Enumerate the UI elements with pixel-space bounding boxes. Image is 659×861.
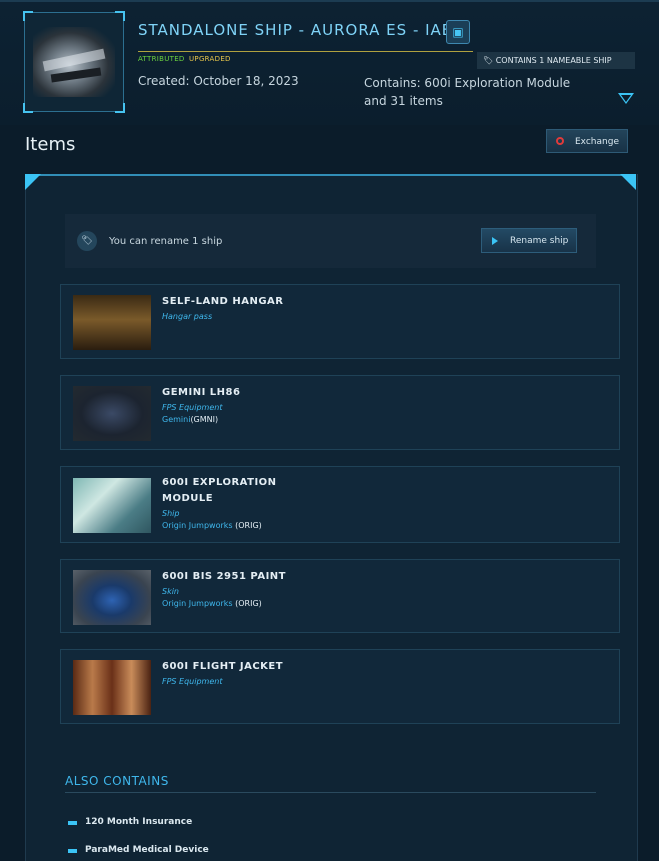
item-name: GEMINI LH86 <box>162 387 241 398</box>
ship-thumbnail <box>23 11 125 113</box>
item-card[interactable]: 600I EXPLORATION MODULE Ship Origin Jump… <box>60 466 620 543</box>
nameable-tag-label: CONTAINS 1 NAMEABLE SHIP <box>495 56 612 65</box>
flight-jacket-image <box>73 660 151 715</box>
manufacturer-code: (ORIG) <box>235 521 262 530</box>
also-contains-item: ParaMed Medical Device <box>85 845 209 855</box>
item-card[interactable]: 600I FLIGHT JACKET FPS Equipment <box>60 649 620 724</box>
hangar-image <box>73 295 151 350</box>
item-type: Hangar pass <box>162 312 213 321</box>
manufacturer-name: Gemini <box>162 415 191 424</box>
item-type: FPS Equipment <box>162 403 223 412</box>
lh86-pistol-image <box>73 386 151 441</box>
frame-corner <box>115 103 125 113</box>
attributed-badge: ATTRIBUTED <box>138 55 185 63</box>
contains-line: Contains: 600i Exploration Module <box>364 76 571 90</box>
collapse-chevron-icon[interactable] <box>618 93 634 104</box>
panel-corner-left <box>25 174 41 190</box>
chip-icon[interactable]: ▣ <box>446 20 470 44</box>
items-heading: Items <box>25 134 76 155</box>
item-manufacturer: Origin Jumpworks (ORIG) <box>162 521 262 530</box>
title-underline <box>138 51 473 52</box>
nameable-ship-tag: 🏷 CONTAINS 1 NAMEABLE SHIP <box>477 52 635 69</box>
bullet-icon <box>68 821 77 825</box>
rename-ship-button[interactable]: Rename ship <box>481 228 577 253</box>
created-date: Created: October 18, 2023 <box>138 74 299 88</box>
play-icon <box>492 237 498 245</box>
item-card[interactable]: 600I BIS 2951 PAINT Skin Origin Jumpwork… <box>60 559 620 633</box>
rename-button-label: Rename ship <box>510 236 569 246</box>
rename-text: You can rename 1 ship <box>109 236 223 247</box>
exchange-button[interactable]: Exchange <box>546 129 628 153</box>
item-name: 600I BIS 2951 PAINT <box>162 571 286 582</box>
also-contains-heading: ALSO CONTAINS <box>65 774 169 788</box>
item-card[interactable]: SELF-LAND HANGAR Hangar pass <box>60 284 620 359</box>
manufacturer-name: Origin Jumpworks <box>162 599 233 608</box>
item-card[interactable]: GEMINI LH86 FPS Equipment Gemini(GMNI) <box>60 375 620 450</box>
panel-divider <box>25 174 636 176</box>
frame-corner <box>23 103 33 113</box>
panel-corner-right <box>620 174 636 190</box>
manufacturer-code: (GMNI) <box>190 415 219 424</box>
frame-corner <box>23 11 33 21</box>
item-name: SELF-LAND HANGAR <box>162 296 284 307</box>
bullet-icon <box>68 849 77 853</box>
header-divider <box>0 0 659 2</box>
item-type: FPS Equipment <box>162 677 223 686</box>
frame-corner <box>115 11 125 21</box>
also-contains-divider <box>65 792 596 793</box>
contains-line: and 31 items <box>364 94 443 108</box>
exchange-icon <box>556 137 564 145</box>
rename-notice: 🏷 You can rename 1 ship Rename ship <box>65 214 596 268</box>
exploration-module-image <box>73 478 151 533</box>
tag-icon: 🏷 <box>483 56 494 65</box>
paint-skin-image <box>73 570 151 625</box>
item-manufacturer: Origin Jumpworks (ORIG) <box>162 599 262 608</box>
manufacturer-code: (ORIG) <box>235 599 262 608</box>
pledge-title: STANDALONE SHIP - AURORA ES - IAE <box>138 21 453 39</box>
upgraded-badge: UPGRADED <box>189 55 231 63</box>
exchange-label: Exchange <box>575 137 619 147</box>
aurora-ship-image <box>33 27 115 97</box>
also-contains-item: 120 Month Insurance <box>85 817 193 827</box>
tag-icon: 🏷 <box>77 231 97 251</box>
item-manufacturer: Gemini(GMNI) <box>162 415 218 424</box>
item-type: Ship <box>162 509 180 518</box>
item-type: Skin <box>162 587 180 596</box>
manufacturer-name: Origin Jumpworks <box>162 521 233 530</box>
item-name: 600I EXPLORATION MODULE <box>162 477 277 504</box>
item-name: 600I FLIGHT JACKET <box>162 661 284 672</box>
contains-summary: Contains: 600i Exploration Module and 31… <box>364 74 594 110</box>
